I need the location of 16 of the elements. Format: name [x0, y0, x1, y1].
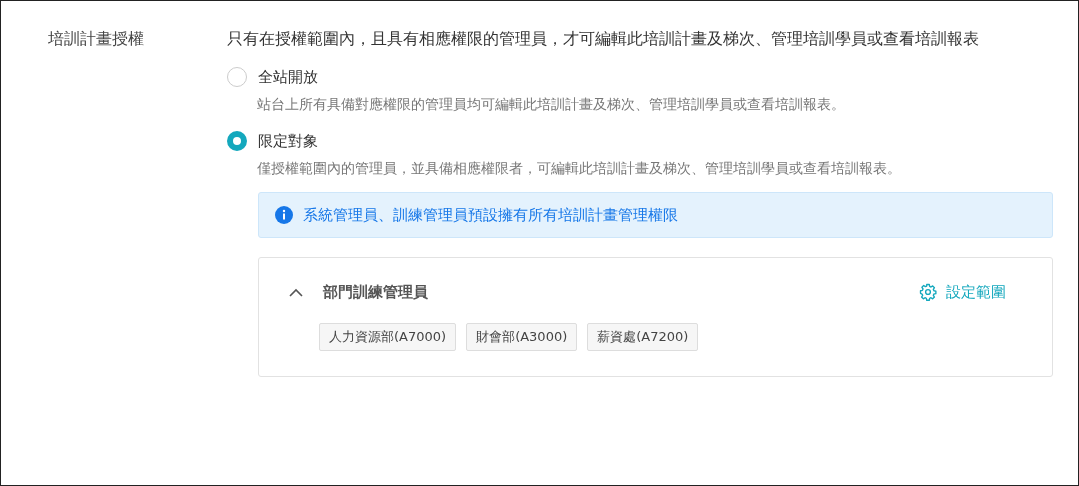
field-label: 培訓計畫授權 [47, 28, 145, 50]
field-description: 只有在授權範圍內，且具有相應權限的管理員，才可編輯此培訓計畫及梯次、管理培訓學員或查看培訓報表 [227, 28, 980, 50]
info-icon [275, 206, 293, 224]
option-description: 站台上所有具備對應權限的管理員均可編輯此培訓計畫及梯次、管理培訓學員或查看培訓報表。 [257, 95, 846, 114]
department-tag: 財會部(A3000) [466, 323, 578, 351]
department-tag: 薪資處(A7200) [587, 323, 699, 351]
collapse-caret-icon[interactable] [289, 287, 303, 297]
option-label[interactable]: 全站開放 [258, 67, 318, 87]
radio-button[interactable] [227, 67, 247, 87]
info-text: 系統管理員、訓練管理員預設擁有所有培訓計畫管理權限 [303, 205, 678, 225]
group-title: 部門訓練管理員 [323, 282, 429, 302]
settings-icon [919, 283, 937, 301]
option-label[interactable]: 限定對象 [258, 131, 318, 151]
radio-button[interactable] [227, 131, 247, 151]
department-tag: 人力資源部(A7000) [319, 323, 457, 351]
option-description: 僅授權範圍內的管理員，並具備相應權限者，可編輯此培訓計畫及梯次、管理培訓學員或查看培訓報表。 [257, 159, 902, 178]
